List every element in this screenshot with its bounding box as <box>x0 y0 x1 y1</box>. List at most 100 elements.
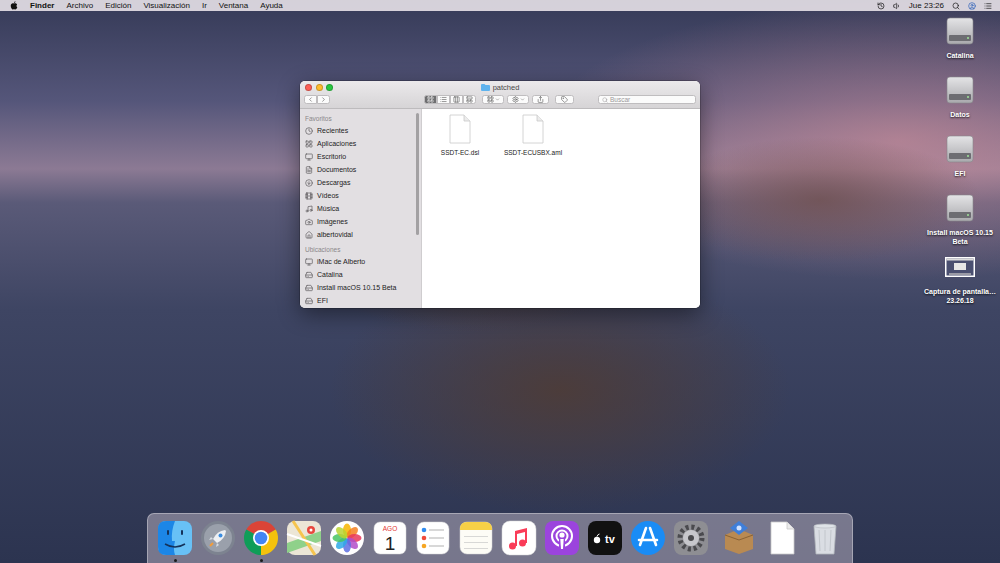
desktop-screen: Finder Archivo Edición Visualización Ir Venta… <box>0 0 1000 563</box>
dock-item[interactable] <box>242 519 280 562</box>
scrollbar[interactable] <box>416 113 419 235</box>
sidebar-item[interactable]: Aplicaciones <box>305 137 415 150</box>
sidebar-item[interactable]: iMac de Alberto <box>305 255 415 268</box>
launchpad-icon[interactable] <box>199 519 237 557</box>
desktop: patched Buscar FavoritosRecientesAplicacio… <box>0 11 1000 563</box>
spotlight-icon[interactable] <box>952 2 960 10</box>
dock-item[interactable] <box>414 519 452 562</box>
desktop-icon[interactable]: Install macOS 10.15 Beta <box>920 192 1000 251</box>
time-machine-icon[interactable] <box>877 2 885 10</box>
window-title: patched <box>481 83 520 92</box>
reminders-icon[interactable] <box>414 519 452 557</box>
sidebar-item[interactable]: Descargas <box>305 176 415 189</box>
sidebar-item[interactable]: Catalina <box>305 268 415 281</box>
notification-center-icon[interactable] <box>984 2 992 10</box>
document-icon[interactable] <box>763 519 801 557</box>
finder-window: patched Buscar FavoritosRecientesAplicacio… <box>300 81 700 308</box>
dock-item[interactable] <box>543 519 581 562</box>
desktop-icon[interactable]: EFI <box>920 133 1000 192</box>
desktop-icon[interactable]: Captura de pantalla…23.26.18 <box>920 251 1000 310</box>
menu-item[interactable]: Ventana <box>219 0 248 11</box>
menu-item[interactable]: Archivo <box>66 0 93 11</box>
desktop-icon[interactable]: Datos <box>920 74 1000 133</box>
dock-item[interactable] <box>285 519 323 562</box>
navigation-buttons <box>304 95 418 104</box>
desktop-icons: CatalinaDatosEFIInstall macOS 10.15 Beta… <box>920 15 1000 310</box>
running-indicator <box>174 559 177 562</box>
dock-item[interactable]: tv <box>586 519 624 562</box>
dock-item[interactable] <box>672 519 710 562</box>
sidebar-item[interactable]: Recientes <box>305 124 415 137</box>
maps-icon[interactable] <box>285 519 323 557</box>
dock-item[interactable] <box>763 519 801 562</box>
section-title: Favoritos <box>305 113 415 124</box>
sidebar-item[interactable]: Escritorio <box>305 150 415 163</box>
file-area: SSDT-EC.dsl SSDT-ECUSBX.aml <box>422 109 700 308</box>
column-view-icon <box>453 96 460 103</box>
group-button[interactable] <box>482 95 504 104</box>
dock-item[interactable] <box>629 519 667 562</box>
desktop-icon[interactable]: Catalina <box>920 15 1000 74</box>
notes-icon[interactable] <box>457 519 495 557</box>
back-button[interactable] <box>304 95 317 104</box>
photos-icon[interactable] <box>328 519 366 557</box>
menu-item[interactable]: Visualización <box>143 0 190 11</box>
sidebar-item[interactable]: Imágenes <box>305 215 415 228</box>
share-icon <box>537 96 544 103</box>
running-indicator <box>389 559 392 562</box>
app-menu[interactable]: Finder <box>30 0 54 11</box>
appstore-icon[interactable] <box>629 519 667 557</box>
view-button[interactable] <box>463 95 476 104</box>
forward-button[interactable] <box>317 95 330 104</box>
running-indicator <box>346 559 349 562</box>
calendar-icon[interactable]: AGO1 <box>371 519 409 557</box>
tv-icon[interactable]: tv <box>586 519 624 557</box>
view-button[interactable] <box>450 95 463 104</box>
minimize-button[interactable] <box>316 84 323 91</box>
action-button[interactable] <box>507 95 529 104</box>
share-button[interactable] <box>532 95 549 104</box>
view-button[interactable] <box>424 95 437 104</box>
running-indicator <box>432 559 435 562</box>
menu-item[interactable]: Edición <box>105 0 131 11</box>
sidebar-item[interactable]: Vídeos <box>305 189 415 202</box>
dock-item[interactable] <box>806 519 844 562</box>
dock-item[interactable] <box>720 519 758 562</box>
sidebar-item[interactable]: albertovidal <box>305 228 415 241</box>
sidebar-item[interactable]: Música <box>305 202 415 215</box>
preferences-icon[interactable] <box>672 519 710 557</box>
volume-icon[interactable] <box>893 2 901 10</box>
apple-icon[interactable] <box>10 1 18 10</box>
search-field[interactable]: Buscar <box>598 95 696 104</box>
utility-icon[interactable] <box>720 519 758 557</box>
view-button[interactable] <box>437 95 450 104</box>
sidebar-item[interactable]: Documentos <box>305 163 415 176</box>
finder-icon[interactable] <box>156 519 194 557</box>
sidebar-item-icon <box>305 258 313 266</box>
running-indicator <box>690 559 693 562</box>
zoom-button[interactable] <box>326 84 333 91</box>
trash-icon[interactable] <box>806 519 844 557</box>
sidebar-item[interactable]: Install macOS 10.15 Beta <box>305 281 415 294</box>
sidebar-item[interactable]: EFI <box>305 294 415 307</box>
file-item[interactable]: SSDT-EC.dsl <box>430 114 490 156</box>
dock-item[interactable] <box>500 519 538 562</box>
clock[interactable]: Jue 23:26 <box>909 0 944 11</box>
chrome-icon[interactable] <box>242 519 280 557</box>
file-item[interactable]: SSDT-ECUSBX.aml <box>503 114 563 156</box>
user-icon[interactable] <box>968 2 976 10</box>
menu-item[interactable]: Ayuda <box>260 0 283 11</box>
tag-button[interactable] <box>555 95 574 104</box>
dock-item[interactable] <box>156 519 194 562</box>
disk-icon <box>944 15 976 47</box>
close-button[interactable] <box>305 84 312 91</box>
dock-item[interactable]: AGO1 <box>371 519 409 562</box>
sidebar-item-icon <box>305 271 313 279</box>
music-icon[interactable] <box>500 519 538 557</box>
dock-item[interactable] <box>328 519 366 562</box>
menu-item[interactable]: Ir <box>202 0 207 11</box>
dock-item[interactable] <box>457 519 495 562</box>
section-title: Ubicaciones <box>305 244 415 255</box>
podcasts-icon[interactable] <box>543 519 581 557</box>
dock-item[interactable] <box>199 519 237 562</box>
